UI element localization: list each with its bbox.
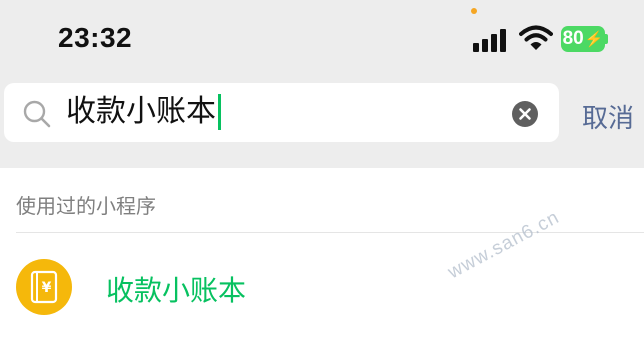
search-icon bbox=[23, 100, 51, 128]
clear-search-icon[interactable] bbox=[512, 101, 538, 127]
battery-cap bbox=[605, 34, 608, 44]
text-caret bbox=[218, 94, 221, 130]
mini-program-name: 收款小账本 bbox=[106, 274, 247, 307]
wifi-icon bbox=[519, 25, 553, 50]
search-field[interactable]: 收款小账本 bbox=[4, 83, 559, 142]
search-input[interactable]: 收款小账本 bbox=[66, 90, 221, 134]
search-bar: 收款小账本 取消 bbox=[0, 80, 644, 168]
status-time: 23:32 bbox=[58, 22, 133, 53]
search-query-text: 收款小账本 bbox=[66, 94, 216, 129]
mini-program-result-item[interactable]: ¥ 收款小账本 bbox=[0, 233, 644, 338]
section-header-used-mini-programs: 使用过的小程序 bbox=[16, 194, 156, 218]
privacy-indicator-dot bbox=[471, 8, 477, 14]
cancel-button[interactable]: 取消 bbox=[582, 98, 634, 135]
close-icon bbox=[519, 108, 531, 120]
battery-indicator: 80 ⚡ bbox=[561, 26, 605, 52]
battery-level: 80 bbox=[562, 28, 584, 49]
ledger-yuan-icon: ¥ bbox=[16, 259, 72, 315]
cellular-signal-icon bbox=[473, 28, 509, 52]
svg-text:¥: ¥ bbox=[42, 280, 52, 296]
status-bar: 23:32 80 ⚡ bbox=[0, 0, 644, 80]
charging-bolt-icon: ⚡ bbox=[584, 31, 604, 48]
